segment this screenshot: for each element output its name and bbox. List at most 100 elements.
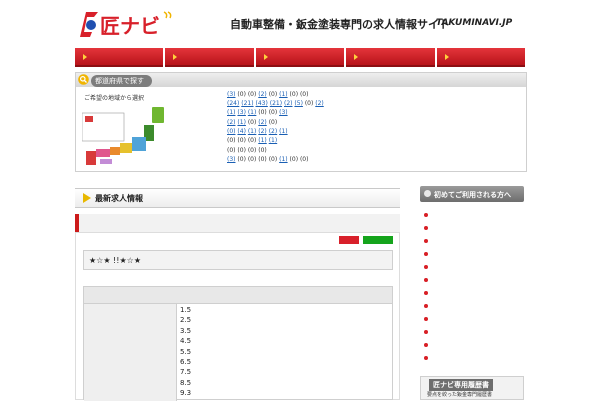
nav-item-3[interactable] <box>255 48 345 67</box>
new-badge <box>339 236 359 244</box>
job-detail-table: 1.5 2.5 3.5 4.5 5.5 6.5 7.5 8.5 9.3 <box>83 286 393 401</box>
prefecture-count: (2) <box>258 128 267 135</box>
region-row: (3) (0) (0) (0) (0) (1) (0) (0) <box>175 156 308 165</box>
prefecture-count: (43) <box>255 100 268 107</box>
site-domain: TAKUMINAVI.JP <box>436 18 513 28</box>
prefecture-count: (0) <box>299 91 309 98</box>
detail-item: 2.5 <box>180 316 192 325</box>
prefecture-link[interactable]: (1) <box>279 91 288 98</box>
prefecture-link[interactable]: (2) <box>258 128 267 135</box>
arrow-icon <box>83 193 91 203</box>
latest-jobs-title: 最新求人情報 <box>95 194 143 203</box>
prefecture-link[interactable]: (0) <box>227 128 236 135</box>
resume-banner[interactable]: 匠ナビ専用履歴書 要点を絞った鈑金専門履歴書 <box>420 376 524 400</box>
detail-item: 3.5 <box>180 326 192 335</box>
prefecture-count: (2) <box>268 128 278 135</box>
bullet-icon <box>424 290 428 295</box>
prefecture-link: (0) <box>300 156 309 163</box>
arrow-icon <box>83 53 87 60</box>
region-name <box>175 91 227 100</box>
sidebar-link[interactable] <box>424 288 524 297</box>
detail-key-cell <box>84 304 177 401</box>
sidebar-link[interactable] <box>424 262 524 271</box>
prefecture-link: (0) <box>237 156 246 163</box>
sidebar-link[interactable] <box>424 223 524 232</box>
sidebar-link[interactable] <box>424 327 524 336</box>
sidebar-link[interactable] <box>424 301 524 310</box>
prefecture-link[interactable]: (1) <box>279 128 288 135</box>
prefecture-count: (2) <box>258 91 267 98</box>
prefecture-link: (0) <box>258 156 267 163</box>
first-time-header: 初めてご利用される方へ <box>420 186 524 202</box>
prefecture-link[interactable]: (2) <box>284 100 293 107</box>
arrow-icon <box>263 53 268 60</box>
prefecture-link[interactable]: (43) <box>256 100 268 107</box>
sidebar-link[interactable] <box>424 275 524 284</box>
bullet-icon <box>424 355 428 360</box>
prefecture-count: (0) <box>227 147 236 154</box>
prefecture-link: (0) <box>269 91 278 98</box>
region-row: (24) (21) (43) (21) (2) (5) (0) (2) <box>175 100 324 109</box>
prefecture-link[interactable]: (4) <box>237 128 246 135</box>
svg-text:匠ナビ: 匠ナビ <box>100 14 160 38</box>
prefecture-link[interactable]: (3) <box>227 91 236 98</box>
detail-item: 1.5 <box>180 306 192 314</box>
prefecture-count: (1) <box>227 109 236 116</box>
prefecture-link[interactable]: (1) <box>227 109 236 116</box>
site-tagline: 自動車整備・鈑金塗装専門の求人情報サイト <box>230 18 450 31</box>
bullet-icon <box>424 316 428 321</box>
prefecture-link: (0) <box>269 156 278 163</box>
japan-map[interactable] <box>82 103 168 169</box>
prefecture-link[interactable]: (2) <box>227 119 236 126</box>
prefecture-link[interactable]: (1) <box>237 119 246 126</box>
prefecture-count: (1) <box>279 128 288 135</box>
region-row: (1) (3) (1) (0) (0) (3) <box>175 109 288 118</box>
takumi-navi-logo[interactable]: 匠ナビ <box>80 8 175 40</box>
bullet-icon <box>424 225 428 230</box>
sidebar-link[interactable] <box>424 236 524 245</box>
nav-item-5[interactable] <box>436 48 526 67</box>
sidebar-link[interactable] <box>424 210 524 219</box>
prefecture-link[interactable]: (3) <box>227 156 236 163</box>
prefecture-link[interactable]: (2) <box>269 128 278 135</box>
bullet-icon <box>424 238 428 243</box>
prefecture-link[interactable]: (2) <box>258 91 267 98</box>
prefecture-count: (1) <box>268 137 278 144</box>
nav-item-4[interactable] <box>346 48 435 67</box>
sidebar-link[interactable] <box>424 340 524 349</box>
prefecture-link[interactable]: (2) <box>315 100 324 107</box>
region-row: (2) (1) (0) (2) (0) <box>175 119 277 128</box>
region-name <box>175 119 227 128</box>
region-row: (0) (0) (0) (1) (1) <box>175 137 277 146</box>
prefecture-link[interactable]: (21) <box>270 100 282 107</box>
prefecture-link[interactable]: (21) <box>241 100 253 107</box>
prefecture-link[interactable]: (5) <box>294 100 303 107</box>
region-city-list: (24) (21) (43) (21) (2) (5) (0) (2) <box>227 100 324 109</box>
nav-item-1[interactable] <box>75 48 164 67</box>
catchphrase-box: ★☆★ !!★☆★ <box>83 250 393 270</box>
sidebar-link[interactable] <box>424 249 524 258</box>
region-city-list: (0) (0) (0) (1) (1) <box>227 137 277 146</box>
prefecture-link[interactable]: (1) <box>279 156 288 163</box>
prefecture-count: (1) <box>279 156 288 163</box>
region-city-list: (1) (3) (1) (0) (0) (3) <box>227 109 288 118</box>
prefecture-count: (0) <box>237 91 246 98</box>
prefecture-count: (0) <box>299 156 309 163</box>
prefecture-link[interactable]: (1) <box>269 137 278 144</box>
sidebar-link[interactable] <box>424 314 524 323</box>
prefecture-link[interactable]: (3) <box>237 109 246 116</box>
sidebar-link[interactable] <box>424 353 524 362</box>
prefecture-link[interactable]: (2) <box>258 119 267 126</box>
region-city-list: (0) (4) (1) (2) (2) (1) <box>227 128 288 137</box>
nav-item-2[interactable] <box>165 48 254 67</box>
region-search-title: 都道府県で探す <box>91 75 152 87</box>
prefecture-count: (1) <box>258 137 267 144</box>
prefecture-count: (3) <box>279 109 288 116</box>
prefecture-link[interactable]: (3) <box>279 109 288 116</box>
bullet-icon <box>424 251 428 256</box>
region-name <box>175 100 227 109</box>
prefecture-count: (0) <box>268 156 278 163</box>
prefecture-link: (0) <box>258 109 267 116</box>
prefecture-link[interactable]: (24) <box>227 100 239 107</box>
prefecture-link[interactable]: (1) <box>258 137 267 144</box>
